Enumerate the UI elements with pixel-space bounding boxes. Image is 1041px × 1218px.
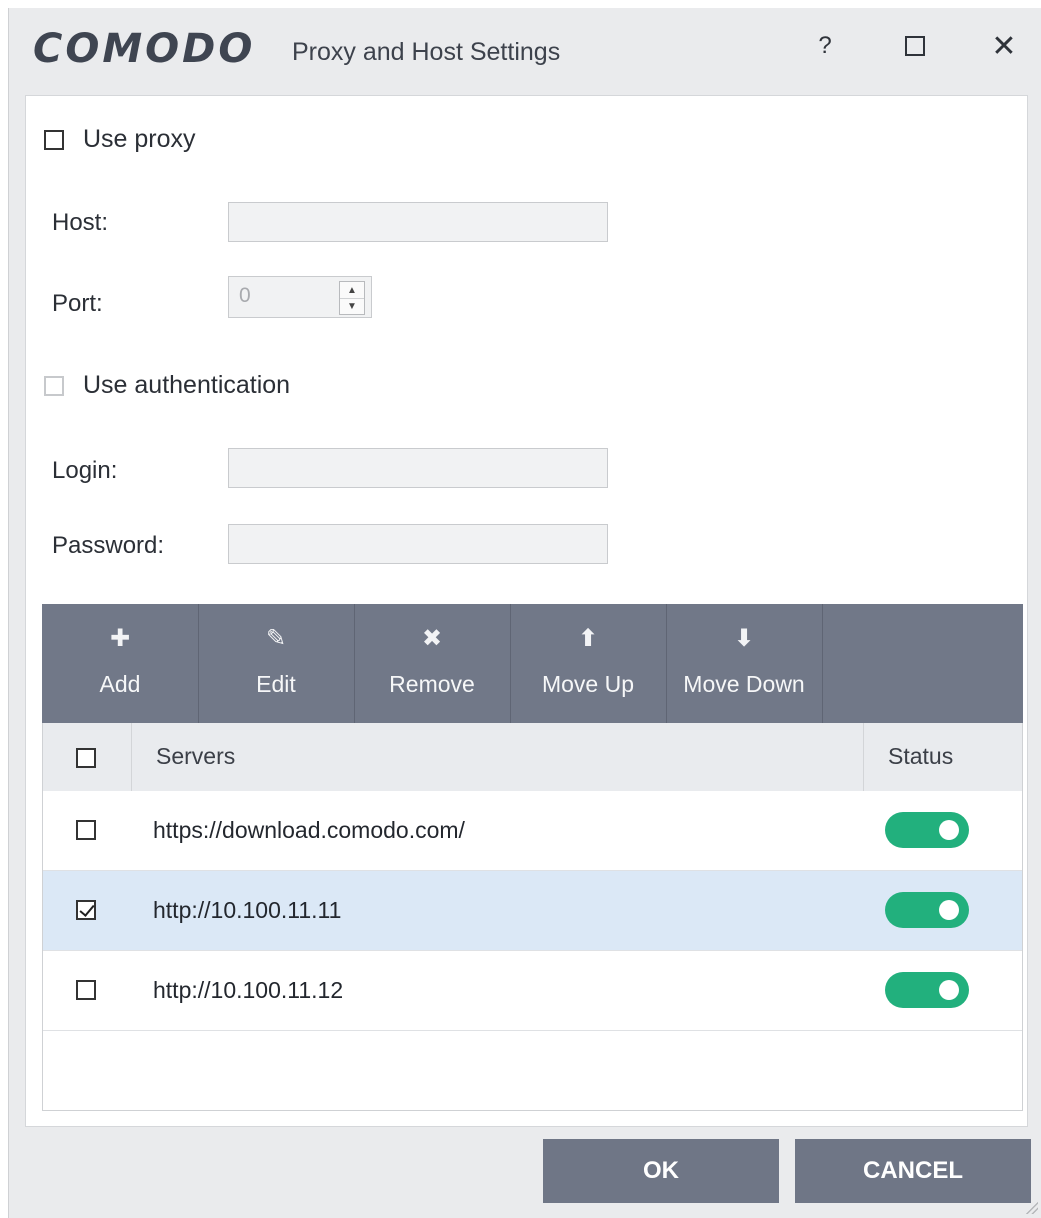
use-authentication-checkbox[interactable] [44, 376, 64, 396]
dialog-title: Proxy and Host Settings [292, 38, 561, 66]
select-all-checkbox[interactable] [76, 748, 96, 768]
servers-table: Servers Status https://download.comodo.c… [42, 723, 1023, 1111]
proxy-host-settings-dialog: COMODO Proxy and Host Settings ? ✕ Use p… [8, 8, 1041, 1218]
arrow-down-icon: ⬇ [733, 625, 755, 652]
port-stepper-buttons: ▲ ▼ [339, 281, 365, 315]
arrow-up-icon: ⬆ [577, 625, 599, 652]
port-stepper[interactable]: 0 ▲ ▼ [228, 276, 372, 318]
add-label: Add [99, 671, 141, 697]
move-down-label: Move Down [683, 671, 805, 697]
row-checkbox[interactable] [76, 980, 96, 1000]
use-authentication-label: Use authentication [83, 371, 291, 399]
comodo-logo: COMODO [33, 26, 256, 72]
add-button[interactable]: ✚ Add [42, 604, 199, 723]
column-divider [863, 723, 864, 791]
help-icon[interactable]: ? [805, 26, 845, 66]
remove-button[interactable]: ✖ Remove [354, 604, 511, 723]
cancel-button[interactable]: CANCEL [795, 1139, 1031, 1203]
login-label: Login: [52, 457, 118, 484]
column-divider [131, 723, 132, 791]
settings-panel: Use proxy Host: Port: 0 ▲ ▼ Use authenti… [25, 95, 1028, 1127]
login-input[interactable] [228, 448, 608, 488]
server-url: http://10.100.11.11 [153, 897, 342, 923]
port-value: 0 [239, 284, 251, 307]
use-proxy-label: Use proxy [83, 125, 196, 153]
table-row[interactable]: http://10.100.11.12 [43, 951, 1022, 1031]
port-label: Port: [52, 290, 103, 317]
move-up-label: Move Up [541, 671, 635, 697]
plus-icon: ✚ [109, 625, 131, 652]
remove-label: Remove [389, 671, 475, 697]
server-url: https://download.comodo.com/ [153, 817, 465, 843]
servers-column-header[interactable]: Servers [156, 743, 235, 770]
password-label: Password: [52, 532, 165, 559]
edit-label: Edit [256, 671, 296, 697]
host-input[interactable] [228, 202, 608, 242]
table-row[interactable]: http://10.100.11.11 [43, 871, 1022, 951]
remove-icon: ✖ [421, 625, 443, 652]
stepper-up-icon[interactable]: ▲ [340, 282, 364, 299]
maximize-icon[interactable] [895, 26, 935, 66]
resize-grip-icon[interactable] [1026, 1202, 1038, 1214]
row-checkbox[interactable] [76, 820, 96, 840]
ok-button[interactable]: OK [543, 1139, 779, 1203]
title-bar: COMODO Proxy and Host Settings ? ✕ [9, 8, 1041, 96]
edit-button[interactable]: ✎ Edit [198, 604, 355, 723]
use-proxy-checkbox[interactable] [44, 130, 64, 150]
status-column-header[interactable]: Status [888, 743, 953, 770]
table-row[interactable]: https://download.comodo.com/ [43, 791, 1022, 871]
status-toggle[interactable] [885, 812, 969, 848]
servers-toolbar: ✚ Add ✎ Edit ✖ Remove ⬆ Move Up ⬇ Move D… [42, 604, 1023, 723]
move-up-button[interactable]: ⬆ Move Up [510, 604, 667, 723]
row-checkbox[interactable] [76, 900, 96, 920]
stepper-down-icon[interactable]: ▼ [340, 298, 364, 314]
move-down-button[interactable]: ⬇ Move Down [666, 604, 823, 723]
password-input[interactable] [228, 524, 608, 564]
pencil-icon: ✎ [265, 625, 287, 652]
server-url: http://10.100.11.12 [153, 977, 344, 1003]
status-toggle[interactable] [885, 892, 969, 928]
status-toggle[interactable] [885, 972, 969, 1008]
table-header: Servers Status [43, 723, 1022, 792]
close-icon[interactable]: ✕ [984, 26, 1024, 66]
host-label: Host: [52, 209, 109, 236]
